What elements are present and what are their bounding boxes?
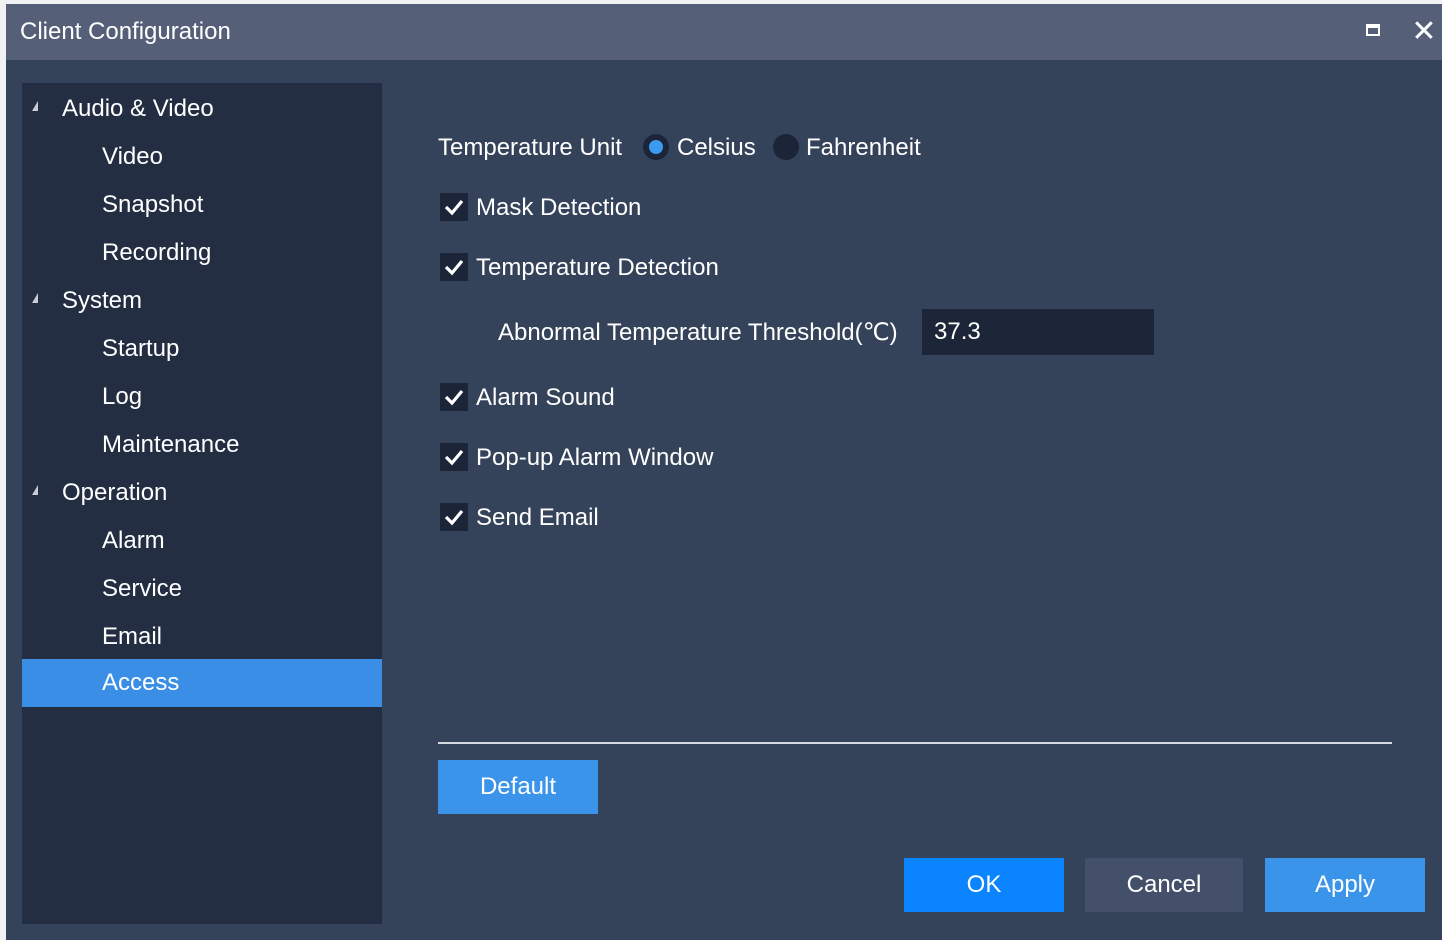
fahrenheit-radio[interactable] (773, 134, 799, 160)
sidebar-item-maintenance[interactable]: Maintenance (22, 421, 382, 469)
temperature-detection-label: Temperature Detection (476, 254, 719, 281)
sidebar-item-label: Maintenance (102, 431, 240, 458)
sidebar-item-label: Email (102, 623, 163, 650)
expand-arrow-icon (32, 101, 38, 111)
sidebar-group-audio-video[interactable]: Audio & Video (22, 85, 382, 133)
sidebar-group-label: Audio & Video (62, 95, 214, 122)
popup-alarm-window-label: Pop-up Alarm Window (476, 444, 714, 471)
sidebar-item-access[interactable]: Access (22, 659, 382, 707)
mask-detection-checkbox[interactable] (440, 193, 468, 221)
maximize-icon[interactable] (1364, 22, 1384, 40)
fahrenheit-label[interactable]: Fahrenheit (806, 134, 921, 162)
sidebar-item-log[interactable]: Log (22, 373, 382, 421)
settings-sidebar: Audio & Video Video Snapshot Recording S… (22, 83, 382, 924)
sidebar-group-system[interactable]: System (22, 277, 382, 325)
sidebar-item-label: Startup (102, 335, 180, 362)
sidebar-item-label: Alarm (102, 527, 165, 554)
sidebar-item-label: Snapshot (102, 191, 204, 218)
sidebar-item-label: Log (102, 383, 143, 410)
sidebar-group-label: Operation (62, 479, 168, 506)
threshold-label: Abnormal Temperature Threshold(℃) (498, 319, 898, 346)
sidebar-item-label: Access (102, 669, 180, 696)
celsius-radio[interactable] (643, 134, 669, 160)
threshold-input[interactable] (922, 309, 1154, 355)
sidebar-item-startup[interactable]: Startup (22, 325, 382, 373)
send-email-label: Send Email (476, 504, 599, 531)
sidebar-group-label: System (62, 287, 143, 314)
checkmark-icon (444, 259, 464, 276)
checkmark-icon (444, 449, 464, 466)
alarm-sound-label: Alarm Sound (476, 384, 615, 411)
sidebar-item-snapshot[interactable]: Snapshot (22, 181, 382, 229)
sidebar-item-label: Service (102, 575, 183, 602)
send-email-checkbox[interactable] (440, 503, 468, 531)
popup-alarm-window-checkbox[interactable] (440, 443, 468, 471)
mask-detection-label: Mask Detection (476, 194, 642, 221)
close-icon[interactable]: ✕ (1410, 14, 1438, 50)
sidebar-item-service[interactable]: Service (22, 565, 382, 613)
expand-arrow-icon (32, 485, 38, 495)
content-divider (438, 742, 1392, 744)
default-button[interactable]: Default (438, 760, 598, 814)
title-bar: Client Configuration ✕ (6, 4, 1442, 60)
alarm-sound-checkbox[interactable] (440, 383, 468, 411)
sidebar-group-operation[interactable]: Operation (22, 469, 382, 517)
temperature-unit-label: Temperature Unit (438, 134, 623, 161)
window-title: Client Configuration (20, 18, 231, 45)
celsius-label[interactable]: Celsius (677, 134, 756, 162)
client-configuration-window: Client Configuration ✕ Audio & Video Vid… (6, 4, 1442, 940)
checkmark-icon (444, 509, 464, 526)
sidebar-item-email[interactable]: Email (22, 613, 382, 661)
expand-arrow-icon (32, 293, 38, 303)
apply-button[interactable]: Apply (1265, 858, 1425, 912)
sidebar-item-label: Video (102, 143, 163, 170)
cancel-button[interactable]: Cancel (1085, 858, 1243, 912)
checkmark-icon (444, 199, 464, 216)
sidebar-item-video[interactable]: Video (22, 133, 382, 181)
sidebar-item-alarm[interactable]: Alarm (22, 517, 382, 565)
checkmark-icon (444, 389, 464, 406)
sidebar-item-label: Recording (102, 239, 212, 266)
ok-button[interactable]: OK (904, 858, 1064, 912)
temperature-detection-checkbox[interactable] (440, 253, 468, 281)
sidebar-item-recording[interactable]: Recording (22, 229, 382, 277)
